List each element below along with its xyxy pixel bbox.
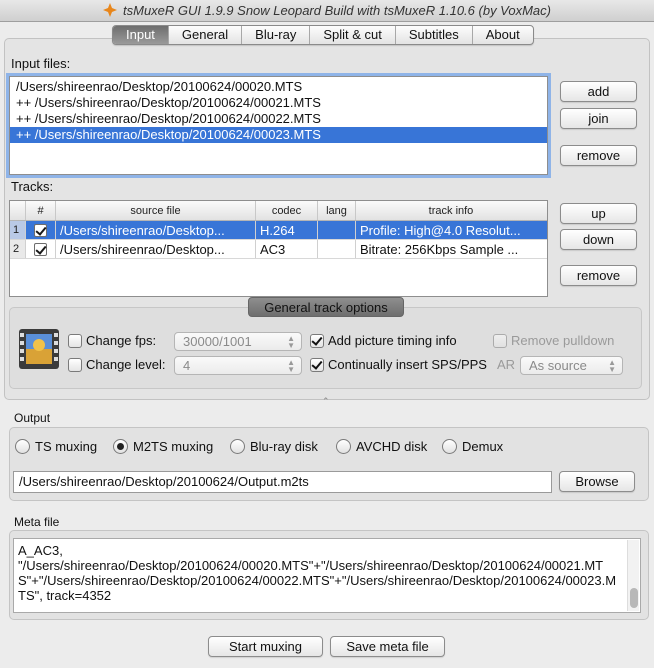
output-label: Output <box>14 411 51 425</box>
scrollbar-thumb[interactable] <box>630 588 638 608</box>
add-button[interactable]: add <box>560 81 637 102</box>
checkmark-icon <box>34 224 47 237</box>
track-lang[interactable] <box>318 240 356 258</box>
table-row[interactable]: 1 /Users/shireenrao/Desktop... H.264 Pro… <box>10 221 547 240</box>
window-title: tsMuxeR GUI 1.9.9 Snow Leopard Build wit… <box>123 3 551 18</box>
film-clapper-icon <box>19 329 59 369</box>
m2ts-muxing-label: M2TS muxing <box>133 439 214 454</box>
start-muxing-button[interactable]: Start muxing <box>208 636 323 657</box>
m2ts-muxing-radio[interactable] <box>113 439 128 454</box>
checkmark-icon <box>34 243 47 256</box>
column-header-lang[interactable]: lang <box>318 201 356 220</box>
tab-general[interactable]: General <box>169 26 243 44</box>
track-source: /Users/shireenrao/Desktop... <box>56 240 256 258</box>
avchd-disk-radio[interactable] <box>336 439 351 454</box>
picture-timing-checkbox[interactable] <box>310 334 324 348</box>
fps-value: 30000/1001 <box>183 334 252 349</box>
remove-file-button[interactable]: remove <box>560 145 637 166</box>
splitter-handle-icon[interactable]: ⌃ <box>322 396 330 407</box>
tracks-table-header: # source file codec lang track info <box>10 201 547 221</box>
meta-scrollbar[interactable] <box>627 540 639 611</box>
list-item[interactable]: ++ /Users/shireenrao/Desktop/20100624/00… <box>10 111 547 127</box>
tab-input[interactable]: Input <box>113 26 169 44</box>
insert-sps-checkbox[interactable] <box>310 358 324 372</box>
remove-pulldown-checkbox[interactable] <box>493 334 507 348</box>
column-header-index <box>10 201 26 220</box>
demux-radio[interactable] <box>442 439 457 454</box>
blu-ray-disk-radio[interactable] <box>230 439 245 454</box>
tracks-table: # source file codec lang track info 1 /U… <box>9 200 548 297</box>
save-meta-file-button[interactable]: Save meta file <box>330 636 445 657</box>
meta-file-textarea[interactable]: A_AC3, "/Users/shireenrao/Desktop/201006… <box>13 538 641 613</box>
stepper-down-icon: ▼ <box>287 341 295 350</box>
move-up-button[interactable]: up <box>560 203 637 224</box>
track-info: Bitrate: 256Kbps Sample ... <box>360 242 519 257</box>
tab-blu-ray[interactable]: Blu-ray <box>242 26 311 44</box>
blu-ray-disk-label: Blu-ray disk <box>250 439 318 454</box>
avchd-disk-label: AVCHD disk <box>356 439 428 454</box>
demux-label: Demux <box>462 439 504 454</box>
track-enabled-checkbox[interactable] <box>26 240 56 258</box>
track-enabled-checkbox[interactable] <box>26 221 56 239</box>
ar-combobox[interactable]: As source ▲ ▼ <box>520 356 623 375</box>
browse-button[interactable]: Browse <box>559 471 635 492</box>
column-header-codec[interactable]: codec <box>256 201 318 220</box>
track-source: /Users/shireenrao/Desktop... <box>56 221 256 239</box>
table-row[interactable]: 2 /Users/shireenrao/Desktop... AC3 Bitra… <box>10 240 547 259</box>
track-info: Profile: High@4.0 Resolut... <box>360 223 521 238</box>
level-combobox[interactable]: 4 ▲ ▼ <box>174 356 302 375</box>
list-item-selected[interactable]: ++ /Users/shireenrao/Desktop/20100624/00… <box>10 127 547 143</box>
change-level-checkbox[interactable] <box>68 358 82 372</box>
output-path-field[interactable]: /Users/shireenrao/Desktop/20100624/Outpu… <box>13 471 552 493</box>
input-files-list[interactable]: /Users/shireenrao/Desktop/20100624/00020… <box>9 76 548 175</box>
track-options-panel <box>9 307 642 389</box>
fps-combobox[interactable]: 30000/1001 ▲ ▼ <box>174 332 302 351</box>
row-number: 1 <box>10 221 26 239</box>
tab-bar: Input General Blu-ray Split & cut Subtit… <box>112 25 534 45</box>
ar-label: AR <box>497 357 516 372</box>
row-number: 2 <box>10 240 26 258</box>
column-header-source-file[interactable]: source file <box>56 201 256 220</box>
tab-about[interactable]: About <box>473 26 533 44</box>
ts-muxing-radio[interactable] <box>15 439 30 454</box>
ts-muxing-label: TS muxing <box>35 439 98 454</box>
list-item[interactable]: ++ /Users/shireenrao/Desktop/20100624/00… <box>10 95 547 111</box>
remove-pulldown-label: Remove pulldown <box>511 333 615 348</box>
title-bar: tsMuxeR GUI 1.9.9 Snow Leopard Build wit… <box>0 0 654 22</box>
picture-timing-label: Add picture timing info <box>328 333 457 348</box>
track-codec: AC3 <box>256 240 318 258</box>
stepper-down-icon: ▼ <box>287 365 295 374</box>
input-files-label: Input files: <box>11 56 71 71</box>
tab-split-cut[interactable]: Split & cut <box>310 26 396 44</box>
change-level-label: Change level: <box>86 357 166 372</box>
meta-file-label: Meta file <box>14 515 60 529</box>
tab-subtitles[interactable]: Subtitles <box>396 26 473 44</box>
change-fps-checkbox[interactable] <box>68 334 82 348</box>
change-fps-label: Change fps: <box>86 333 157 348</box>
join-button[interactable]: join <box>560 108 637 129</box>
ar-value: As source <box>529 358 587 373</box>
remove-track-button[interactable]: remove <box>560 265 637 286</box>
tracks-label: Tracks: <box>11 179 54 194</box>
track-lang[interactable] <box>318 221 356 239</box>
app-icon <box>103 3 117 17</box>
move-down-button[interactable]: down <box>560 229 637 250</box>
level-value: 4 <box>183 358 191 373</box>
stepper-down-icon: ▼ <box>608 365 616 374</box>
track-codec: H.264 <box>256 221 318 239</box>
track-options-header: General track options <box>248 297 404 317</box>
column-header-number[interactable]: # <box>26 201 56 220</box>
list-item[interactable]: /Users/shireenrao/Desktop/20100624/00020… <box>10 79 547 95</box>
column-header-track-info[interactable]: track info <box>356 201 546 220</box>
insert-sps-label: Continually insert SPS/PPS <box>328 357 487 372</box>
